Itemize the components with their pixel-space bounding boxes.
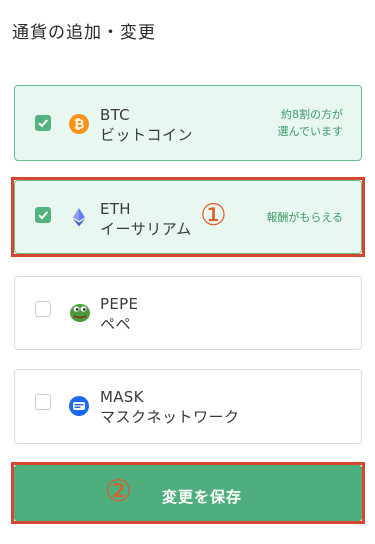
pepe-symbol: PEPE: [100, 295, 139, 313]
mask-name: マスクネットワーク: [100, 408, 240, 426]
currency-option-btc[interactable]: ₿ BTC ビットコイン 約8割の方が 選んでいます: [14, 85, 362, 161]
annotation-box-2: [11, 462, 365, 524]
mask-network-icon: [69, 396, 89, 416]
currency-option-pepe[interactable]: PEPE ペペ: [14, 276, 362, 350]
page-title: 通貨の追加・変更: [12, 23, 156, 43]
pepe-name: ペペ: [100, 315, 132, 333]
currency-option-mask[interactable]: MASK マスクネットワーク: [14, 369, 362, 444]
pepe-frog-icon: [70, 304, 90, 322]
bitcoin-icon: ₿: [69, 114, 89, 134]
pepe-checkbox[interactable]: [35, 301, 51, 317]
annotation-box-1: [11, 177, 365, 257]
btc-checkbox[interactable]: [35, 115, 51, 131]
btc-note-line-1: 約8割の方が: [281, 108, 343, 121]
btc-note-line-2: 選んでいます: [277, 125, 343, 138]
svg-text:₿: ₿: [74, 118, 85, 133]
btc-note: 約8割の方が 選んでいます: [278, 106, 343, 140]
btc-name: ビットコイン: [100, 126, 194, 144]
annotation-number-2: ②: [105, 474, 132, 509]
mask-symbol: MASK: [100, 388, 144, 406]
mask-checkbox[interactable]: [35, 394, 51, 410]
annotation-number-1: ①: [200, 198, 227, 233]
btc-symbol: BTC: [100, 106, 130, 124]
